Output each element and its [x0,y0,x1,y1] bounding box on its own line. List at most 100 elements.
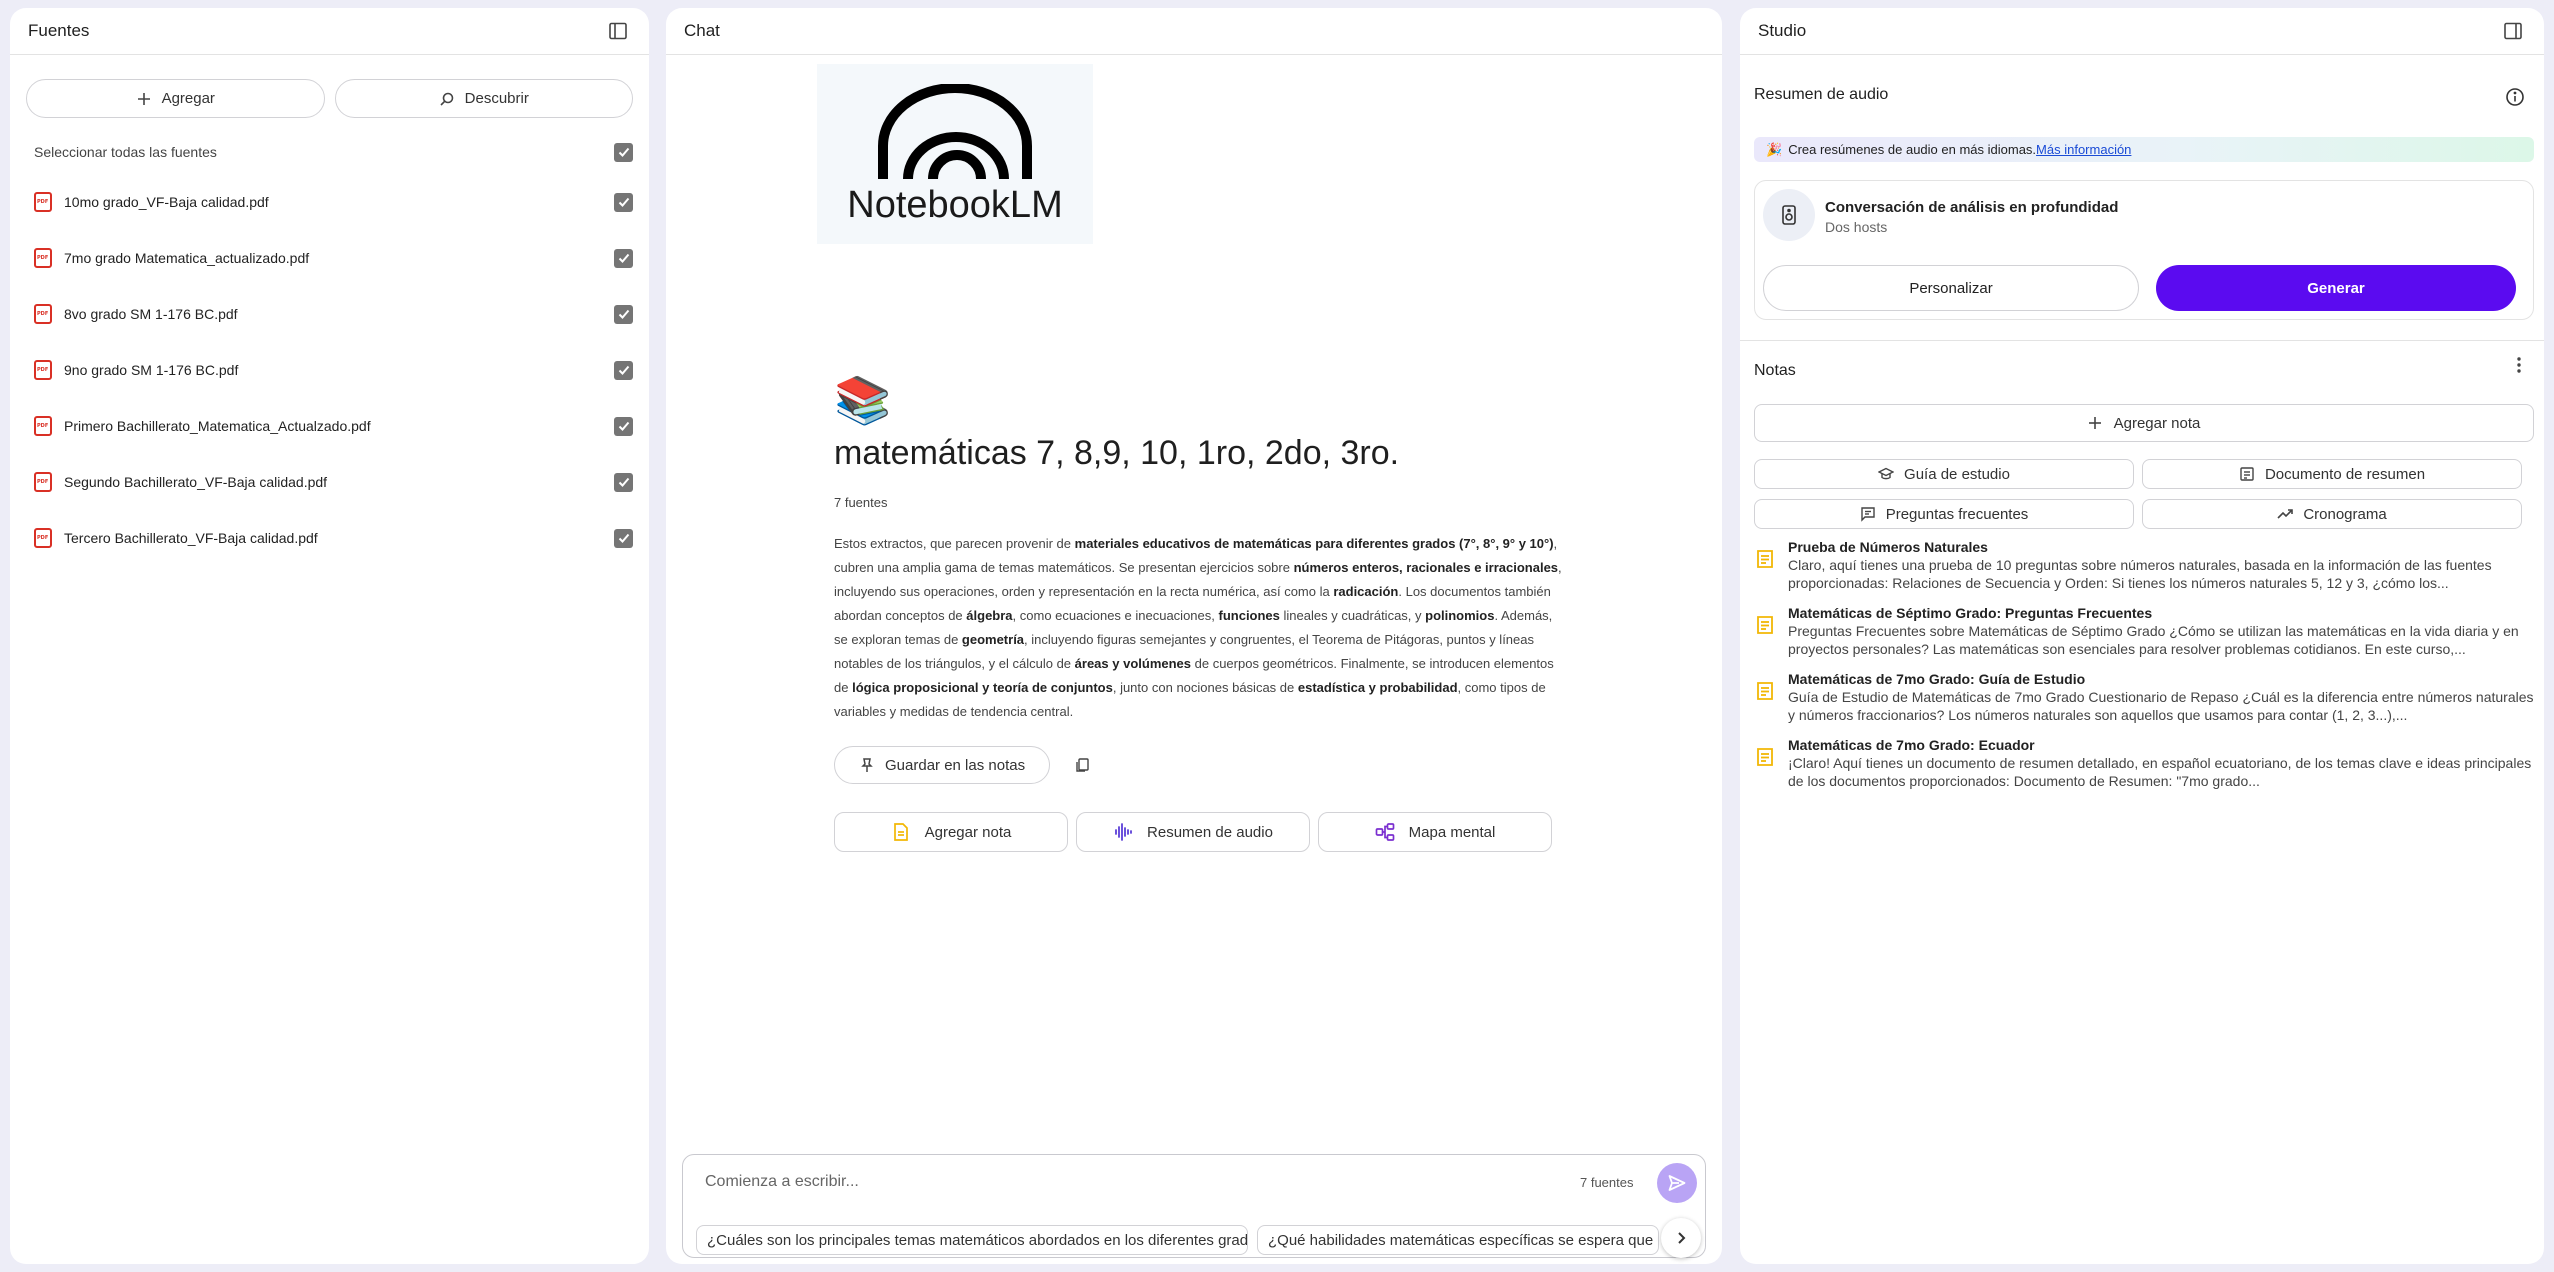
source-checkbox[interactable] [614,192,633,212]
source-checkbox[interactable] [614,416,633,436]
audio-summary-chip[interactable]: Resumen de audio [1076,812,1310,852]
note-item[interactable]: Prueba de Números Naturales Claro, aquí t… [1754,538,2534,604]
generate-button[interactable]: Generar [2156,265,2516,311]
source-checkbox[interactable] [614,360,633,380]
input-source-count: 7 fuentes [1580,1175,1634,1190]
note-icon [1754,670,1776,736]
note-title: Matemáticas de Séptimo Grado: Preguntas … [1788,605,2153,621]
source-item[interactable]: Primero Bachillerato_Matematica_Actualza… [10,398,649,454]
notebook-overview: 📚 matemáticas 7, 8,9, 10, 1ro, 2do, 3ro.… [834,372,1564,852]
pdf-icon [34,416,52,436]
info-icon[interactable] [2502,84,2528,110]
study-guide-button[interactable]: Guía de estudio [1754,459,2134,489]
plus-icon [2088,417,2101,429]
discover-sources-button[interactable]: Descubrir [334,79,633,118]
save-to-notes-button[interactable]: Guardar en las notas [834,746,1051,784]
chat-title: Chat [684,21,720,40]
summary-segment: radicación [1333,584,1399,599]
suggestion-chip[interactable]: ¿Cuáles son los principales temas matemá… [696,1225,1248,1255]
sources-actions: Agregar Descubrir [10,79,649,118]
chevron-right-icon [1678,1232,1686,1244]
source-item[interactable]: Tercero Bachillerato_VF-Baja calidad.pdf [10,510,649,566]
summary-segment: áreas y volúmenes [1074,656,1192,671]
chat-input[interactable] [705,1173,1535,1191]
note-title: Matemáticas de 7mo Grado: Ecuador [1788,737,2035,753]
note-item[interactable]: Matemáticas de 7mo Grado: Guía de Estudi… [1754,670,2534,736]
source-item[interactable]: 9no grado SM 1-176 BC.pdf [10,342,649,398]
source-name: 10mo grado_VF-Baja calidad.pdf [64,194,269,210]
studio-title: Studio [1758,21,1807,40]
quick-actions: Agregar nota Resumen de audio Mapa menta… [834,812,1564,852]
summary-document-button[interactable]: Documento de resumen [2142,459,2522,489]
add-note-chip-label: Agregar nota [924,823,1012,841]
add-note-button[interactable]: Agregar nota [1754,404,2534,442]
send-icon [1668,1175,1686,1191]
timeline-button[interactable]: Cronograma [2142,499,2522,529]
trending-line-icon [2277,509,2294,519]
sources-list: 10mo grado_VF-Baja calidad.pdf 7mo grado… [10,174,649,566]
save-to-notes-label: Guardar en las notas [885,756,1026,774]
speaker-icon [1763,189,1815,241]
sources-header: Fuentes [10,8,649,55]
source-checkbox[interactable] [614,528,633,548]
sources-title: Fuentes [28,21,90,40]
plus-icon [137,92,150,105]
notes-heading: Notas [1754,362,1796,379]
books-emoji: 📚 [834,374,892,426]
timeline-label: Cronograma [2303,505,2387,523]
more-options-icon[interactable] [2506,352,2532,378]
summary-document-label: Documento de resumen [2264,465,2426,483]
summary-segment: números enteros, racionales e irracional… [1293,560,1559,575]
customize-button[interactable]: Personalizar [1763,265,2139,311]
graduation-cap-icon [1878,467,1895,480]
source-item[interactable]: 10mo grado_VF-Baja calidad.pdf [10,174,649,230]
summary-segment: lineales y cuadráticas, y [1279,608,1426,623]
faq-button[interactable]: Preguntas frecuentes [1754,499,2134,529]
suggestion-chip[interactable]: ¿Qué habilidades matemáticas específicas… [1257,1225,1659,1255]
source-checkbox[interactable] [614,248,633,268]
pdf-icon [34,248,52,268]
select-all-checkbox[interactable] [614,142,633,162]
pdf-icon [34,472,52,492]
source-item[interactable]: 8vo grado SM 1-176 BC.pdf [10,286,649,342]
note-preview: Guía de Estudio de Matemáticas de 7mo Gr… [1788,689,2534,723]
add-note-chip[interactable]: Agregar nota [834,812,1068,852]
collapse-panel-icon[interactable] [605,18,631,44]
source-checkbox[interactable] [614,304,633,324]
source-name: 7mo grado Matematica_actualizado.pdf [64,250,310,266]
logo-text: NotebookLM [847,184,1063,226]
studio-panel: Studio Resumen de audio 🎉 Crea resúmenes… [1740,8,2544,1264]
pdf-icon [34,304,52,324]
source-item[interactable]: Segundo Bachillerato_VF-Baja calidad.pdf [10,454,649,510]
copy-icon[interactable] [1070,753,1094,777]
select-all-label: Seleccionar todas las fuentes [34,144,217,160]
summary-segment: , junto con nociones básicas de [1112,680,1298,695]
next-suggestions-button[interactable] [1661,1218,1701,1258]
chat-input-box: 7 fuentes ¿Cuáles son los principales te… [682,1154,1706,1258]
source-item[interactable]: 7mo grado Matematica_actualizado.pdf [10,230,649,286]
promo-banner: 🎉 Crea resúmenes de audio en más idiomas… [1754,137,2534,162]
document-icon [2240,467,2254,481]
collapse-panel-icon[interactable] [2500,18,2526,44]
summary-segment: funciones [1218,608,1280,623]
note-preview: Claro, aquí tienes una prueba de 10 preg… [1788,557,2492,591]
summary-segment: geometría [961,632,1025,647]
pin-icon [861,758,873,772]
learn-more-link[interactable]: Más información [2036,142,2131,157]
summary-segment: lógica proposicional y teoría de conjunt… [852,680,1113,695]
note-title: Matemáticas de 7mo Grado: Guía de Estudi… [1788,671,2086,687]
pdf-icon [34,192,52,212]
discover-search-icon [440,92,453,106]
summary-segment: polinomios [1425,608,1495,623]
audio-overview-card: Conversación de análisis en profundidad … [1754,180,2534,320]
source-checkbox[interactable] [614,472,633,492]
note-item[interactable]: Matemáticas de 7mo Grado: Ecuador ¡Claro!… [1754,736,2534,802]
send-button[interactable] [1657,1163,1697,1203]
note-preview: Preguntas Frecuentes sobre Matemáticas d… [1788,623,2519,657]
note-item[interactable]: Matemáticas de Séptimo Grado: Preguntas … [1754,604,2534,670]
source-name: Segundo Bachillerato_VF-Baja calidad.pdf [64,474,328,490]
chat-panel: Chat NotebookLM 📚 matemáticas 7, 8,9, 10… [666,8,1722,1264]
notes-list: Prueba de Números Naturales Claro, aquí t… [1754,538,2534,802]
mind-map-chip[interactable]: Mapa mental [1318,812,1552,852]
add-source-button[interactable]: Agregar [26,79,325,118]
